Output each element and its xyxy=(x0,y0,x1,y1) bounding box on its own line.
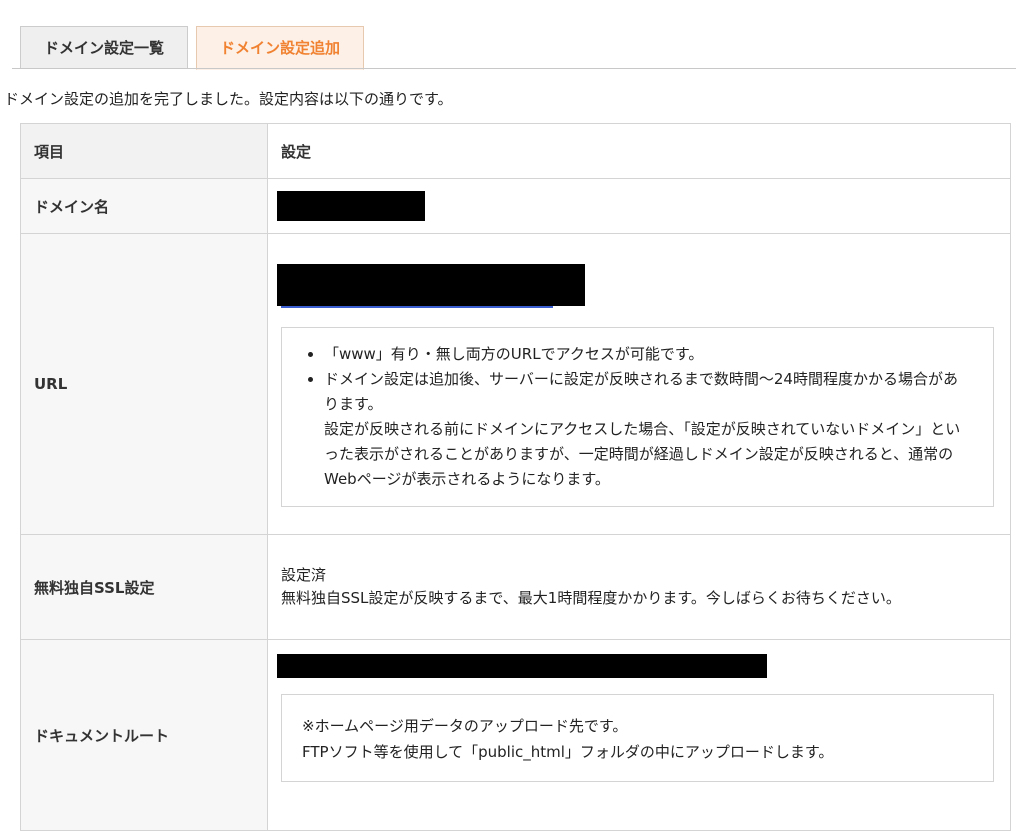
label-domain-name: ドメイン名 xyxy=(20,178,268,234)
tab-bar: ドメイン設定一覧 ドメイン設定追加 xyxy=(0,0,1024,70)
completion-message: ドメイン設定の追加を完了しました。設定内容は以下の通りです。 xyxy=(4,90,453,108)
url-note-extra: 設定が反映される前にドメインにアクセスした場合、「設定が反映されていないドメイン… xyxy=(324,419,961,488)
table-row-domain: ドメイン名 xyxy=(20,178,1011,234)
tab-domain-list[interactable]: ドメイン設定一覧 xyxy=(20,26,188,69)
ssl-note: 無料独自SSL設定が反映するまで、最大1時間程度かかります。今しばらくお待ちくだ… xyxy=(281,589,901,607)
table-row-ssl: 無料独自SSL設定 設定済 無料独自SSL設定が反映するまで、最大1時間程度かか… xyxy=(20,534,1011,640)
redacted-url-link[interactable] xyxy=(277,263,585,306)
table-row-document-root: ドキュメントルート ※ホームページ用データのアップロード先です。 FTPソフト等… xyxy=(20,639,1011,831)
docroot-note-line: FTPソフト等を使用して「public_html」フォルダの中にアップロードしま… xyxy=(302,743,834,761)
redacted-document-root xyxy=(277,654,767,678)
tab-divider xyxy=(12,68,1016,69)
value-document-root: ※ホームページ用データのアップロード先です。 FTPソフト等を使用して「publ… xyxy=(267,639,1011,831)
value-domain-name xyxy=(267,178,1011,234)
url-note-box: 「www」有り・無し両方のURLでアクセスが可能です。 ドメイン設定は追加後、サ… xyxy=(281,326,994,507)
label-free-ssl: 無料独自SSL設定 xyxy=(20,534,268,640)
url-note-item: 「www」有り・無し両方のURLでアクセスが可能です。 xyxy=(324,342,971,367)
table-row-url: URL 「www」有り・無し両方のURLでアクセスが可能です。 ドメイン設定は追… xyxy=(20,233,1011,535)
label-document-root: ドキュメントルート xyxy=(20,639,268,831)
table-header-row: 項目 設定 xyxy=(20,123,1011,179)
ssl-status: 設定済 xyxy=(281,566,327,584)
url-link-underline[interactable] xyxy=(281,305,553,308)
header-setting: 設定 xyxy=(267,123,1011,179)
redacted-domain-name xyxy=(277,191,425,221)
header-item: 項目 xyxy=(20,123,268,179)
value-url: 「www」有り・無し両方のURLでアクセスが可能です。 ドメイン設定は追加後、サ… xyxy=(267,233,1011,535)
value-free-ssl: 設定済 無料独自SSL設定が反映するまで、最大1時間程度かかります。今しばらくお… xyxy=(267,534,1011,640)
tab-domain-add[interactable]: ドメイン設定追加 xyxy=(196,26,364,70)
docroot-note-box: ※ホームページ用データのアップロード先です。 FTPソフト等を使用して「publ… xyxy=(281,694,994,782)
url-note-item: ドメイン設定は追加後、サーバーに設定が反映されるまで数時間〜24時間程度かかる場… xyxy=(324,367,971,492)
docroot-note-line: ※ホームページ用データのアップロード先です。 xyxy=(302,717,628,735)
settings-table: 項目 設定 ドメイン名 URL 「www」有り・無し両方のURLでアクセスが可能… xyxy=(20,123,1011,831)
label-url: URL xyxy=(20,233,268,535)
